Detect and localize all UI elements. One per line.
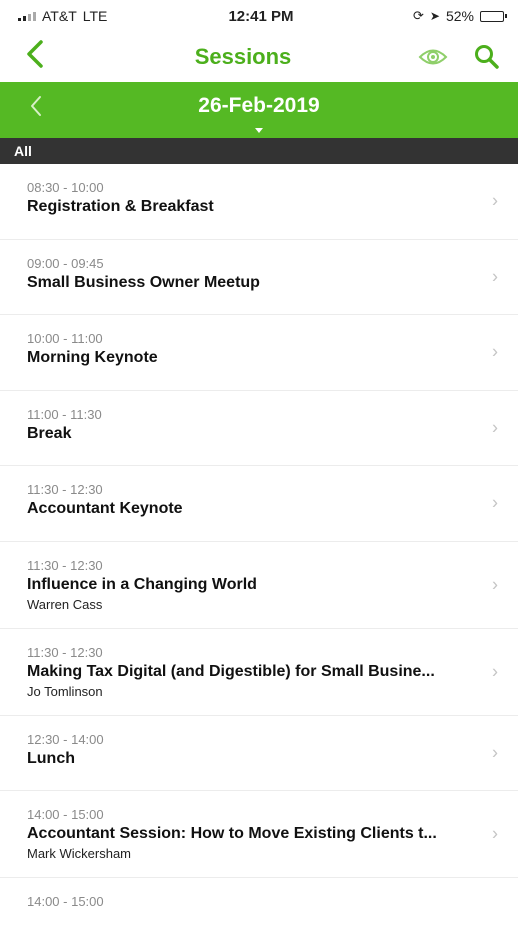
session-list: 08:30 - 10:00 Registration & Breakfast ›… bbox=[0, 164, 518, 918]
session-title: Lunch bbox=[27, 749, 75, 767]
session-time: 11:00 - 11:30 bbox=[27, 406, 102, 422]
session-row[interactable]: 14:00 - 15:00 Accountant Session: How to… bbox=[0, 791, 518, 878]
filter-label: All bbox=[14, 143, 32, 159]
session-title: Break bbox=[27, 424, 72, 442]
session-row[interactable]: 11:30 - 12:30 Influence in a Changing Wo… bbox=[0, 542, 518, 629]
session-time: 11:30 - 12:30 bbox=[27, 644, 103, 660]
status-bar: AT&T LTE 12:41 PM ⟳ ➤ 52% bbox=[0, 0, 518, 32]
chevron-right-icon: › bbox=[492, 661, 498, 681]
battery-percent: 52% bbox=[445, 8, 474, 24]
page-title: Sessions bbox=[194, 44, 292, 69]
signal-icon bbox=[18, 11, 36, 21]
location-icon: ➤ bbox=[429, 9, 440, 23]
date-bar: 26-Feb-2019 bbox=[0, 82, 518, 138]
session-row[interactable]: 11:30 - 12:30 Accountant Keynote › bbox=[0, 466, 518, 542]
nav-bar: Sessions bbox=[0, 32, 518, 82]
chevron-right-icon: › bbox=[492, 341, 498, 362]
session-row[interactable]: 12:30 - 14:00 Lunch › bbox=[0, 716, 518, 791]
session-row[interactable]: 09:00 - 09:45 Small Business Owner Meetu… bbox=[0, 240, 518, 315]
session-title: Making Tax Digital (and Digestible) for … bbox=[27, 662, 435, 680]
session-time: 12:30 - 14:00 bbox=[27, 731, 104, 747]
chevron-left-icon bbox=[31, 96, 41, 116]
session-row[interactable]: 14:00 - 15:00 bbox=[0, 878, 518, 918]
session-time: 14:00 - 15:00 bbox=[27, 894, 104, 909]
session-speaker: Jo Tomlinson bbox=[27, 683, 103, 699]
previous-date-button[interactable] bbox=[30, 94, 42, 122]
session-speaker: Mark Wickersham bbox=[27, 846, 132, 861]
search-icon[interactable] bbox=[474, 44, 500, 70]
lock-rotation-icon: ⟳ bbox=[412, 8, 424, 23]
session-title: Small Business Owner Meetup bbox=[27, 273, 260, 291]
session-row[interactable]: 11:00 - 11:30 Break › bbox=[0, 391, 518, 466]
chevron-right-icon: › bbox=[492, 190, 498, 211]
session-row[interactable]: 11:30 - 12:30 Making Tax Digital (and Di… bbox=[0, 629, 518, 716]
chevron-right-icon: › bbox=[492, 417, 498, 438]
session-title: Morning Keynote bbox=[27, 349, 158, 366]
nav-actions bbox=[400, 44, 500, 70]
status-left: AT&T LTE bbox=[18, 8, 178, 24]
session-time: 14:00 - 15:00 bbox=[27, 807, 104, 822]
filter-header: All bbox=[0, 138, 518, 164]
carrier-label: AT&T bbox=[42, 8, 77, 24]
battery-icon bbox=[479, 10, 507, 22]
session-time: 08:30 - 10:00 bbox=[27, 180, 104, 195]
date-selector[interactable]: 26-Feb-2019 bbox=[198, 94, 319, 118]
chevron-right-icon: › bbox=[492, 266, 498, 287]
session-title: Influence in a Changing World bbox=[27, 575, 257, 593]
eye-icon[interactable] bbox=[418, 47, 448, 67]
session-speaker: Warren Cass bbox=[27, 596, 103, 612]
session-time: 11:30 - 12:30 bbox=[27, 482, 103, 497]
chevron-left-icon bbox=[27, 40, 43, 68]
session-row[interactable]: 10:00 - 11:00 Morning Keynote › bbox=[0, 315, 518, 391]
session-title: Accountant Session: How to Move Existing… bbox=[27, 825, 437, 842]
chevron-right-icon: › bbox=[492, 492, 498, 513]
session-time: 11:30 - 12:30 bbox=[27, 557, 103, 573]
session-title: Registration & Breakfast bbox=[27, 198, 214, 215]
session-time: 09:00 - 09:45 bbox=[27, 255, 104, 271]
session-time: 10:00 - 11:00 bbox=[27, 331, 103, 346]
caret-down-icon[interactable] bbox=[255, 128, 263, 133]
chevron-right-icon: › bbox=[492, 742, 498, 763]
session-title: Accountant Keynote bbox=[27, 500, 183, 517]
status-time: 12:41 PM bbox=[228, 7, 294, 25]
chevron-right-icon: › bbox=[492, 823, 498, 844]
status-right: ⟳ ➤ 52% bbox=[344, 8, 507, 24]
back-button[interactable] bbox=[26, 40, 86, 74]
network-label: LTE bbox=[82, 8, 108, 24]
session-row[interactable]: 08:30 - 10:00 Registration & Breakfast › bbox=[0, 164, 518, 240]
chevron-right-icon: › bbox=[492, 574, 498, 594]
